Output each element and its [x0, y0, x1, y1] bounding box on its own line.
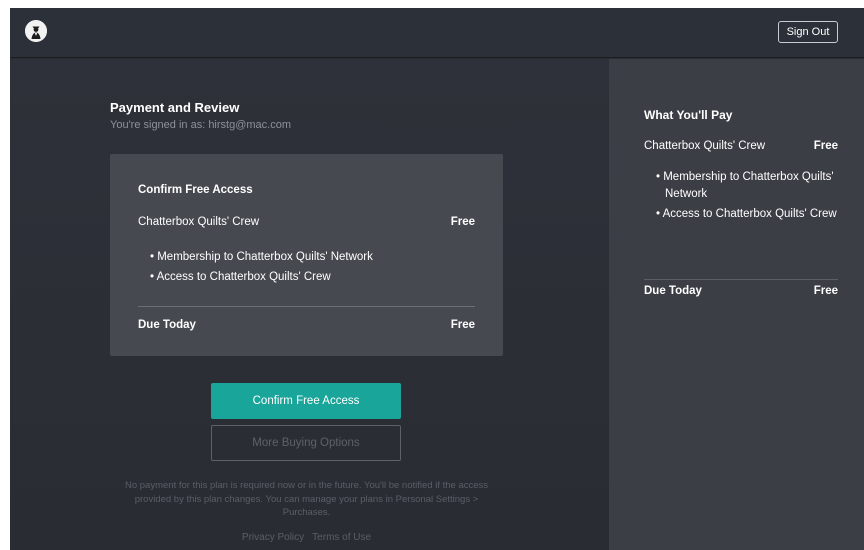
sidebar-due-today-price: Free — [813, 285, 838, 297]
user-avatar-icon[interactable] — [25, 20, 47, 42]
privacy-policy-link[interactable]: Privacy Policy — [242, 532, 304, 543]
confirm-access-card: Confirm Free Access Chatterbox Quilts' C… — [110, 154, 503, 356]
sidebar-divider — [644, 279, 838, 280]
sidebar-title: What You'll Pay — [644, 108, 733, 122]
plan-price: Free — [450, 216, 475, 228]
benefit-item: • Access to Chatterbox Quilts' Crew — [150, 271, 331, 283]
sidebar-plan-name: Chatterbox Quilts' Crew — [644, 140, 766, 152]
sign-out-button[interactable]: Sign Out — [778, 21, 838, 43]
benefit-item: • Membership to Chatterbox Quilts' Netwo… — [150, 251, 373, 263]
sidebar-benefit-list: • Membership to Chatterbox Quilts' Netwo… — [656, 169, 846, 226]
top-bar: Sign Out — [10, 8, 864, 58]
payment-review-panel: Payment and Review You're signed in as: … — [10, 59, 609, 550]
sidebar-benefit-item: • Membership to Chatterbox Quilts' Netwo… — [656, 171, 834, 200]
app-window: Sign Out Payment and Review You're signe… — [10, 8, 864, 550]
footer-links: Privacy Policy Terms of Use — [110, 532, 503, 543]
card-title: Confirm Free Access — [138, 184, 253, 196]
summary-sidebar: What You'll Pay Chatterbox Quilts' Crew … — [609, 59, 864, 550]
more-buying-options-button[interactable]: More Buying Options — [211, 425, 401, 461]
sidebar-due-today-label: Due Today — [644, 285, 702, 297]
sidebar-plan-price: Free — [813, 140, 838, 152]
payment-note: No payment for this plan is required now… — [124, 480, 489, 518]
signed-in-text: You're signed in as: hirstg@mac.com — [110, 119, 292, 131]
due-today-label: Due Today — [138, 319, 196, 331]
card-divider — [138, 306, 475, 307]
due-today-price: Free — [450, 319, 475, 331]
confirm-free-access-button[interactable]: Confirm Free Access — [211, 383, 401, 419]
sidebar-benefit-item: • Access to Chatterbox Quilts' Crew — [656, 208, 837, 220]
avatar-figure-icon — [25, 20, 47, 42]
terms-of-use-link[interactable]: Terms of Use — [312, 532, 371, 543]
benefit-list: • Membership to Chatterbox Quilts' Netwo… — [150, 247, 373, 287]
page-title: Payment and Review — [110, 100, 240, 115]
plan-name: Chatterbox Quilts' Crew — [138, 216, 260, 228]
